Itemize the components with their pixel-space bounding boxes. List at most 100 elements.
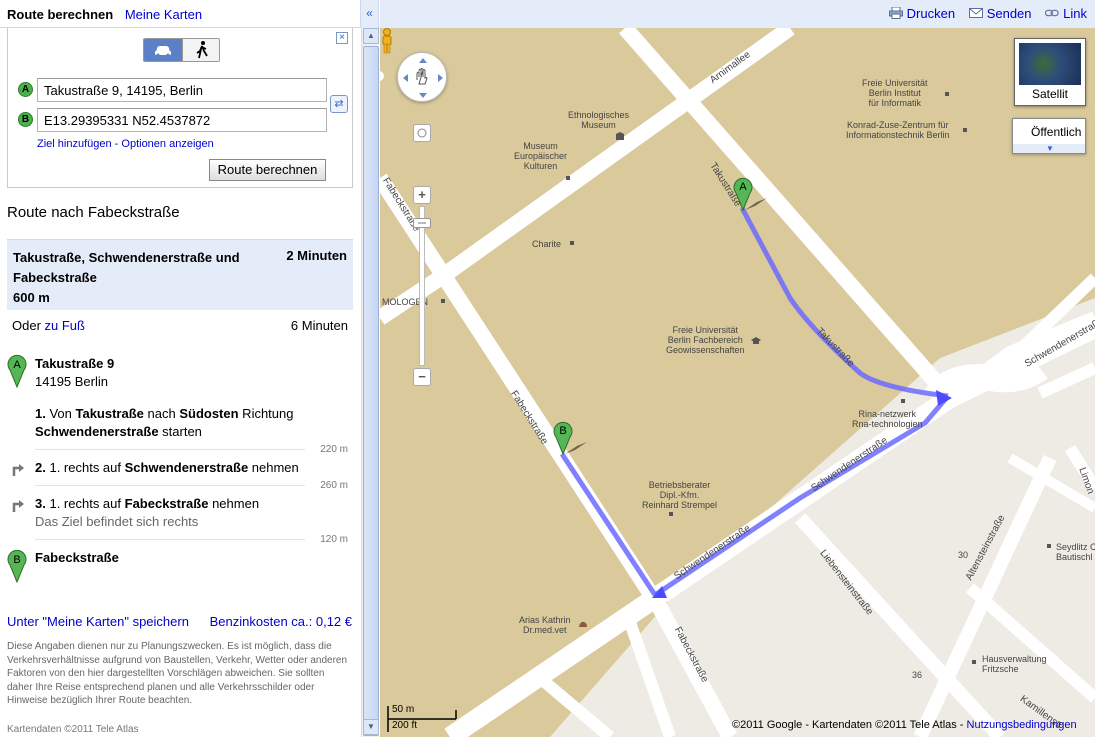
save-to-my-maps-link[interactable]: Unter "Meine Karten" speichern <box>7 614 189 629</box>
map-copyright: ©2011 Google - Kartendaten ©2011 Tele At… <box>732 719 1077 731</box>
satellite-toggle[interactable]: Satellit <box>1014 38 1086 106</box>
poi-ethnologisches-museum[interactable]: Ethnologisches Museum <box>568 110 629 130</box>
car-icon <box>155 46 171 57</box>
top-links: Drucken Senden Link <box>879 6 1087 21</box>
poi-charite[interactable]: Charite <box>532 239 561 249</box>
route-step-3[interactable]: 3. 1. rechts auf Fabeckstraße nehmen Das… <box>35 495 345 531</box>
poi-dot <box>1047 544 1051 548</box>
mode-car-button[interactable] <box>144 39 182 61</box>
tab-my-maps[interactable]: Meine Karten <box>125 7 202 22</box>
step-1-part-0: Von <box>49 406 76 421</box>
zoom-control: + − <box>413 186 431 386</box>
poi-museum-europaeischer-kulturen[interactable]: Museum Europäischer Kulturen <box>514 141 567 171</box>
scroll-thumb[interactable] <box>363 46 379 736</box>
street-view-toggle[interactable] <box>413 124 431 142</box>
poi-fu-informatik[interactable]: Freie Universität Berlin Institut für In… <box>862 78 928 108</box>
route-step-2[interactable]: 2. 1. rechts auf Schwendenerstraße nehme… <box>35 459 345 477</box>
route-step-1[interactable]: 1. Von Takustraße nach Südosten Richtung… <box>35 405 345 441</box>
start-city: 14195 Berlin <box>35 374 108 389</box>
step-3-distance: 120 m <box>320 534 348 545</box>
svg-text:B: B <box>13 554 20 566</box>
walk-link[interactable]: zu Fuß <box>45 318 85 333</box>
poi-fu-geowissenschaften[interactable]: Freie Universität Berlin Fachbereich Geo… <box>666 325 745 355</box>
step-2-part-2: nehmen <box>248 460 299 475</box>
step-1-distance: 220 m <box>320 444 348 455</box>
directions-panel: × A B ⇄ Ziel hinzufügen - Optionen anzei… <box>0 28 360 737</box>
walking-person-icon <box>196 41 208 59</box>
public-transport-label: Öffentlich <box>1031 125 1082 139</box>
chevron-down-icon[interactable]: ▼ <box>1013 144 1085 153</box>
poi-dot <box>441 299 445 303</box>
step-1-part-1: Takustraße <box>75 406 144 421</box>
send-link[interactable]: Senden <box>968 6 1035 21</box>
waypoint-b-input[interactable] <box>37 108 327 132</box>
route-summary-streets: Takustraße, Schwendenerstraße und Fabeck… <box>13 250 240 285</box>
poi-rina-netzwerk[interactable]: Rina-netzwerk Rna-technologien <box>852 409 923 429</box>
route-summary[interactable]: Takustraße, Schwendenerstraße und Fabeck… <box>7 239 353 310</box>
map-roads <box>380 28 1095 737</box>
poi-dot <box>945 92 949 96</box>
poi-hausverwaltung-fritzsche[interactable]: Hausverwaltung Fritzsche <box>982 654 1047 674</box>
zoom-thumb[interactable] <box>413 218 431 228</box>
link-label: Link <box>1063 6 1087 21</box>
end-marker-icon: B <box>7 549 27 583</box>
museum-icon <box>616 132 624 140</box>
poi-arias-kathrin[interactable]: Arias Kathrin Dr.med.vet <box>519 615 571 635</box>
step-2-part-1: Schwendenerstraße <box>124 460 249 475</box>
route-marker-a-icon[interactable]: A <box>733 176 773 212</box>
satellite-label: Satellit <box>1031 87 1069 101</box>
print-link[interactable]: Drucken <box>888 6 959 21</box>
add-destination-link[interactable]: Ziel hinzufügen <box>37 138 112 150</box>
zoom-in-button[interactable]: + <box>413 186 431 204</box>
pan-control[interactable] <box>397 52 447 102</box>
zoom-out-button[interactable]: − <box>413 368 431 386</box>
map-canvas[interactable]: Arnimallee Takustraße Takustraße Fabecks… <box>380 28 1095 737</box>
step-1-part-4: Richtung <box>238 406 294 421</box>
step-3-part-0: 1. rechts auf <box>49 496 125 511</box>
fuel-cost-link[interactable]: Benzinkosten ca.: 0,12 € <box>210 614 352 629</box>
house-number: 30 <box>958 550 969 560</box>
walk-prefix: Oder <box>12 318 45 333</box>
scroll-down-button[interactable]: ▼ <box>363 719 379 735</box>
zoom-thumb-icon <box>418 222 426 224</box>
circle-icon <box>417 128 427 138</box>
poi-zib[interactable]: Konrad-Zuse-Zentrum für Informationstech… <box>846 120 950 140</box>
route-marker-b-icon[interactable]: B <box>553 420 593 456</box>
collapse-panel-button[interactable]: « <box>360 0 379 28</box>
travel-mode-selector <box>143 38 220 62</box>
tab-route[interactable]: Route berechnen <box>7 7 113 22</box>
route-summary-name: Takustraße, Schwendenerstraße und Fabeck… <box>13 248 263 308</box>
send-label: Senden <box>986 6 1032 21</box>
panel-scrollbar[interactable]: ▲ ▼ <box>361 28 379 737</box>
step-1-part-3: Südosten <box>179 406 239 421</box>
step-1-part-5: Schwendenerstraße <box>35 424 159 439</box>
walk-alternative: Oder zu Fuß 6 Minuten <box>12 318 348 333</box>
route-title: Route nach Fabeckstraße <box>7 204 180 221</box>
public-transport-toggle[interactable]: Öffentlich ▼ <box>1012 118 1086 154</box>
swap-waypoints-button[interactable]: ⇄ <box>330 95 348 113</box>
close-form-button[interactable]: × <box>336 32 348 44</box>
scroll-up-button[interactable]: ▲ <box>363 28 379 44</box>
waypoint-a-input[interactable] <box>37 78 327 102</box>
poi-strempel[interactable]: Betriebsberater Dipl.-Kfm. Reinhard Stre… <box>642 480 717 510</box>
walk-time: 6 Minuten <box>290 318 348 333</box>
options-separator: - <box>111 138 122 150</box>
directions-form: × A B ⇄ Ziel hinzufügen - Optionen anzei… <box>7 28 353 188</box>
scale-metric: 50 m <box>392 704 415 715</box>
start-address: Takustraße 9 14195 Berlin <box>35 355 345 391</box>
step-divider <box>35 485 305 486</box>
show-options-link[interactable]: Optionen anzeigen <box>121 138 213 150</box>
university-icon <box>751 337 761 344</box>
zoom-rail[interactable] <box>419 206 425 366</box>
step-3-number: 3. <box>35 496 46 511</box>
calculate-route-button[interactable]: Route berechnen <box>209 159 326 181</box>
poi-dot <box>566 176 570 180</box>
link-link[interactable]: Link <box>1045 6 1087 21</box>
scale-imperial: 200 ft <box>392 720 418 731</box>
terms-link[interactable]: Nutzungsbedingungen <box>967 719 1077 731</box>
route-summary-time: 2 Minuten <box>286 248 347 263</box>
poi-seydlitz[interactable]: Seydlitz Carl v Bautischl <box>1056 542 1095 562</box>
mode-walk-button[interactable] <box>182 39 219 61</box>
pegman-icon[interactable] <box>380 28 394 54</box>
copyright-text: ©2011 Google - Kartendaten ©2011 Tele At… <box>732 719 967 731</box>
